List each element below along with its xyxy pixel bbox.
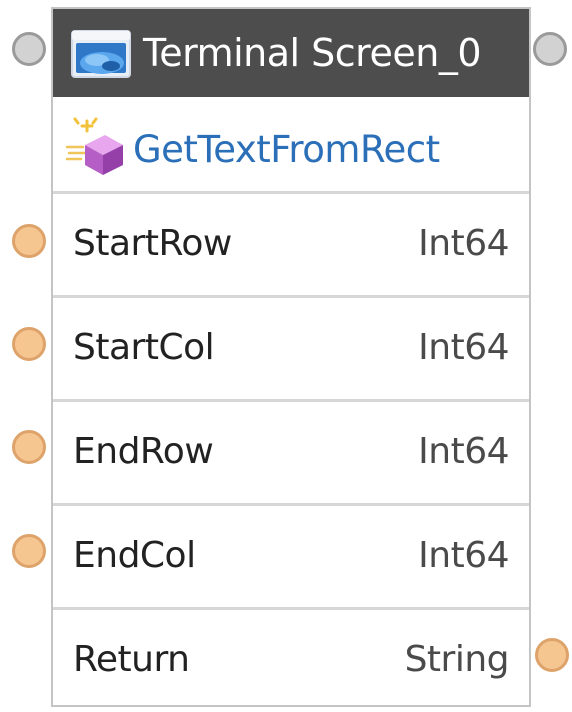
terminal-screen-node[interactable]: Terminal Screen_0 GetTextFromRect StartR… xyxy=(51,7,531,707)
terminal-screen-icon xyxy=(71,30,131,78)
param-row-startcol[interactable]: StartCol Int64 xyxy=(53,298,529,402)
input-port-startrow[interactable] xyxy=(12,224,46,258)
param-type: Int64 xyxy=(418,327,509,368)
param-name: EndRow xyxy=(73,431,214,472)
param-type: Int64 xyxy=(418,223,509,264)
method-row[interactable]: GetTextFromRect xyxy=(53,97,529,194)
method-icon xyxy=(65,117,127,179)
param-name: Return xyxy=(73,639,190,680)
param-row-endcol[interactable]: EndCol Int64 xyxy=(53,506,529,610)
method-name: GetTextFromRect xyxy=(133,128,440,171)
param-row-endrow[interactable]: EndRow Int64 xyxy=(53,402,529,506)
node-title: Terminal Screen_0 xyxy=(143,31,482,75)
param-type: String xyxy=(404,639,510,680)
output-port-return[interactable] xyxy=(535,638,569,672)
param-row-return[interactable]: Return String xyxy=(53,610,529,712)
input-port-endrow[interactable] xyxy=(12,430,46,464)
param-type: Int64 xyxy=(418,535,509,576)
input-port-startcol[interactable] xyxy=(12,327,46,361)
node-header[interactable]: Terminal Screen_0 xyxy=(53,9,529,97)
param-row-startrow[interactable]: StartRow Int64 xyxy=(53,194,529,298)
exec-in-port[interactable] xyxy=(12,32,46,66)
param-name: StartCol xyxy=(73,327,215,368)
param-name: EndCol xyxy=(73,535,196,576)
input-port-endcol[interactable] xyxy=(12,534,46,568)
param-type: Int64 xyxy=(418,431,509,472)
param-name: StartRow xyxy=(73,223,232,264)
exec-out-port[interactable] xyxy=(533,32,567,66)
